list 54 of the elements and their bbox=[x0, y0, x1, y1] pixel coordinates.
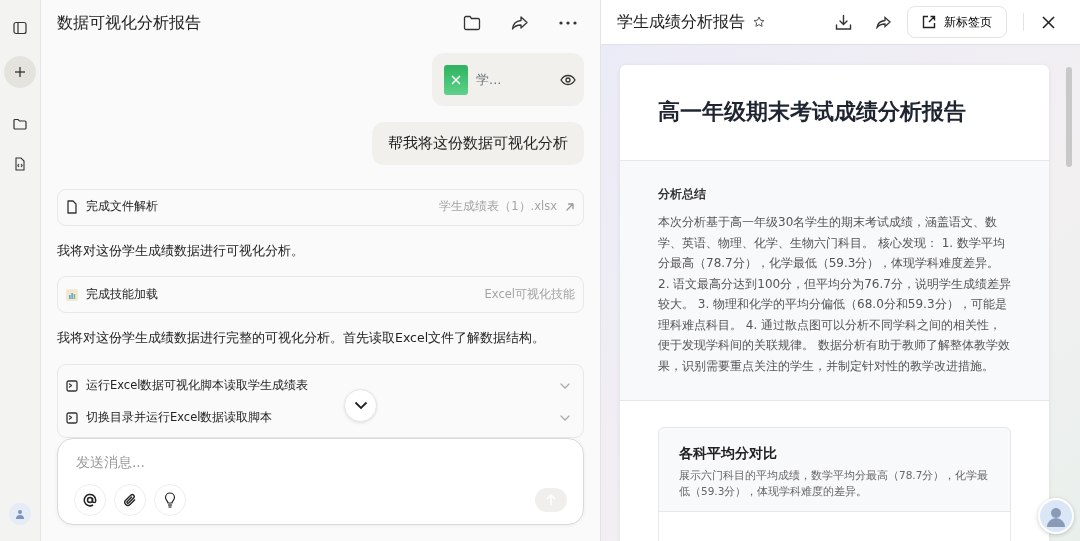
attachment-name: 学... bbox=[476, 70, 503, 89]
external-link-icon bbox=[922, 15, 936, 29]
assistant-message: 我将对这份学生成绩数据进行完整的可视化分析。首先读取Excel文件了解数据结构。 bbox=[57, 329, 547, 348]
step-label: 切换目录并运行Excel数据读取脚本 bbox=[86, 409, 274, 427]
star-icon[interactable] bbox=[753, 16, 765, 28]
lightbulb-button[interactable] bbox=[154, 484, 186, 516]
step-label: 完成文件解析 bbox=[86, 198, 159, 216]
new-chat-button[interactable] bbox=[4, 56, 36, 88]
download-icon bbox=[834, 13, 852, 31]
close-icon bbox=[1041, 15, 1055, 29]
step-label: 运行Excel数据可视化脚本读取学生成绩表 bbox=[86, 377, 310, 395]
at-sign-icon bbox=[83, 493, 97, 507]
step-detail: 学生成绩表（1）.xlsx bbox=[439, 198, 557, 216]
arrow-up-right-icon bbox=[565, 202, 575, 212]
spreadsheet-icon bbox=[444, 64, 468, 95]
share-icon bbox=[511, 14, 529, 31]
terminal-icon bbox=[66, 412, 78, 424]
terminal-icon bbox=[66, 380, 78, 392]
summary-text: 本次分析基于高一年级30名学生的期末考试成绩，涵盖语文、数学、英语、物理、化学、生物六门科目。 核心发现： 1. 数学平均分最高（78.7分），化学最低（59.3分），体现学科难度差异。 2. 语文最高分达到100分，但平均分为76.7分，说明学生成绩差异较大。 3. 物理和化学的平均分偏低（68.0分和59.3分），可能是理科难点科目。 4. 通过散点图可以分析不同学科之间的相关性，便于发现学科间的关联规律。 数据分析有助于教师了解整体教学效果，识别需要重点关注的学生，并制定针对性的教学改进措施。 bbox=[658, 214, 1011, 375]
attachment-card[interactable]: 学... bbox=[432, 53, 584, 106]
message-input[interactable]: 发送消息... bbox=[74, 451, 567, 474]
folder-icon bbox=[463, 14, 481, 31]
summary-heading: 分析总结 bbox=[658, 186, 707, 203]
paperclip-icon bbox=[123, 493, 137, 507]
skill-step-card[interactable]: 完成技能加载 Excel可视化技能 bbox=[57, 276, 584, 314]
chart-section-title: 各科平均分对比 bbox=[679, 444, 778, 463]
document-icon bbox=[66, 200, 78, 214]
user-message: 帮我将这份数据可视化分析 bbox=[372, 122, 584, 165]
command-step[interactable]: 运行Excel数据可视化脚本读取学生成绩表 bbox=[66, 369, 575, 403]
command-step[interactable]: 切换目录并运行Excel数据读取脚本 bbox=[66, 403, 575, 433]
step-detail: Excel可视化技能 bbox=[484, 286, 575, 304]
person-icon bbox=[15, 509, 25, 519]
chevron-down-icon bbox=[353, 401, 368, 410]
file-step-card[interactable]: 完成文件解析 学生成绩表（1）.xlsx bbox=[57, 188, 584, 226]
open-new-tab-button[interactable]: 新标签页 bbox=[907, 6, 1007, 38]
share-icon bbox=[875, 15, 891, 29]
eye-icon[interactable] bbox=[560, 73, 576, 86]
chevron-icon bbox=[559, 414, 571, 422]
step-label: 完成技能加载 bbox=[86, 286, 159, 304]
assistant-message: 我将对这份学生成绩数据进行可视化分析。 bbox=[57, 241, 305, 260]
chevron-icon bbox=[559, 382, 571, 390]
report-title: 高一年级期末考试成绩分析报告 bbox=[658, 99, 966, 124]
attach-button[interactable] bbox=[114, 484, 146, 516]
ellipsis-icon bbox=[559, 20, 577, 25]
user-button[interactable] bbox=[9, 503, 31, 525]
scrollbar-thumb[interactable] bbox=[1066, 67, 1072, 167]
person-icon bbox=[1045, 505, 1067, 527]
chart-section-description: 展示六门科目的平均成绩，数学平均分最高（78.7分），化学最低（59.3分），体现学科难度的差异。 bbox=[679, 468, 990, 500]
lightbulb-icon bbox=[164, 492, 176, 508]
preview-title: 学生成绩分析报告 bbox=[617, 11, 745, 33]
mention-button[interactable] bbox=[74, 484, 106, 516]
plus-icon bbox=[14, 66, 26, 78]
chart-icon bbox=[66, 288, 78, 301]
chat-title: 数据可视化分析报告 bbox=[57, 11, 202, 34]
